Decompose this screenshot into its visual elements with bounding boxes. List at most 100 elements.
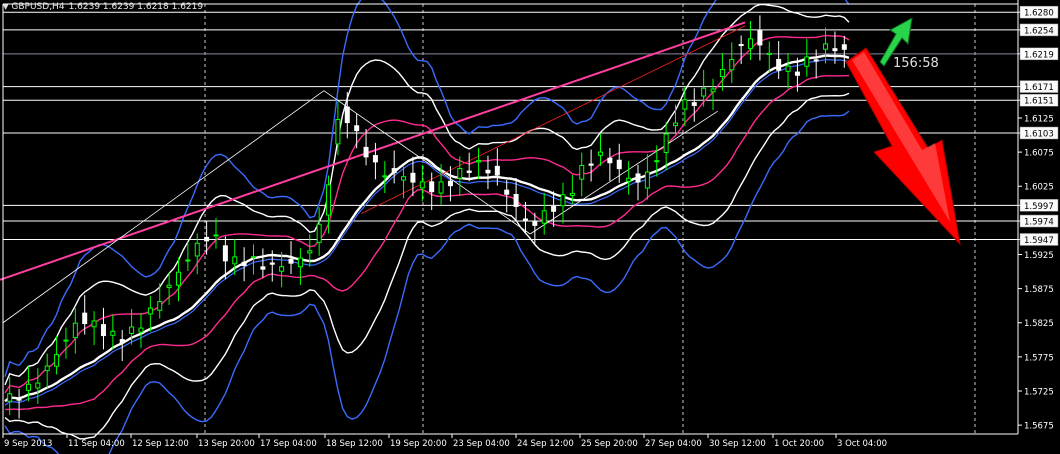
candle-body: [626, 177, 632, 182]
time-tick-label: 3 Oct 04:00: [837, 439, 887, 449]
time-tick-label: 23 Sep 04:00: [453, 439, 510, 449]
candle-body: [222, 245, 228, 262]
price-tick-label: 1.6254: [1024, 26, 1054, 36]
candle-body: [307, 250, 313, 254]
price-tick-label: 1.5947: [1024, 236, 1054, 246]
price-tick-label: 1.5775: [1024, 353, 1054, 363]
price-tick-label: 1.6280: [1024, 9, 1054, 19]
candle-body: [804, 56, 810, 67]
time-tick-label: 17 Sep 04:00: [260, 439, 317, 449]
candle-body: [588, 163, 594, 166]
candle-body: [44, 365, 50, 372]
time-tick-label: 30 Sep 12:00: [709, 439, 766, 449]
price-tick-label: 1.5925: [1024, 251, 1054, 261]
candle-body: [485, 169, 491, 174]
candle-body: [326, 184, 332, 216]
candle-body: [391, 168, 397, 174]
candle-body: [541, 210, 547, 224]
candle-body: [335, 119, 341, 145]
candle-body: [794, 71, 800, 76]
candle-body: [447, 180, 453, 187]
candle-body: [560, 194, 566, 207]
price-tick-label: 1.5825: [1024, 319, 1054, 329]
price-tick-label: 1.5974: [1024, 218, 1054, 228]
candle-body: [251, 256, 257, 259]
price-tick-label: 1.5875: [1024, 285, 1054, 295]
candle-body: [476, 160, 482, 163]
ohlc-values: 1.6239 1.6239 1.6218 1.6219: [68, 2, 204, 12]
candle-body: [157, 301, 163, 311]
price-tick-label: 1.6171: [1024, 83, 1054, 93]
candle-body: [297, 257, 303, 268]
candle-body: [54, 354, 60, 367]
candle-body: [654, 160, 660, 163]
candle-body: [91, 320, 97, 328]
candle-body: [466, 170, 472, 173]
price-tick-label: 1.5675: [1024, 422, 1054, 432]
triangle-down-icon[interactable]: ▼: [3, 3, 8, 11]
candle-body: [616, 159, 622, 170]
candle-body: [513, 194, 519, 207]
symbol-timeframe: GBPUSD,H4: [11, 2, 65, 12]
time-tick-label: 27 Sep 04:00: [645, 439, 702, 449]
candle-body: [579, 165, 585, 180]
candle-body: [691, 102, 697, 106]
candle-body: [429, 181, 435, 193]
bar-timer: 156:58: [893, 56, 939, 71]
candle-body: [260, 266, 266, 270]
candle-body: [16, 398, 22, 401]
candle-body: [832, 48, 838, 52]
candle-body: [100, 324, 106, 337]
candle-body: [25, 383, 31, 391]
candle-body: [72, 322, 78, 339]
candle-body: [269, 262, 275, 265]
candle-body: [119, 339, 125, 344]
candle-body: [644, 171, 650, 189]
candle-body: [213, 234, 219, 237]
candle-body: [438, 181, 444, 194]
candle-body: [382, 175, 388, 178]
price-chart[interactable]: 1.6280 1.6254 1.6219 1.6171 1.6151 1.6125 1.61…: [0, 0, 1060, 454]
candle-body: [457, 167, 463, 179]
candle-body: [166, 284, 172, 289]
candle-body: [710, 88, 716, 93]
candle-body: [232, 256, 238, 265]
candle-body: [129, 326, 135, 335]
candle-body: [785, 65, 791, 72]
candle-body: [110, 330, 116, 336]
candle-body: [354, 125, 360, 132]
candle-body: [551, 206, 557, 212]
candle-body: [757, 30, 763, 46]
candle-body: [363, 146, 369, 158]
candle-body: [401, 176, 407, 181]
candle-body: [185, 259, 191, 262]
candle-body: [813, 59, 819, 62]
price-tick-label: 1.6219: [1024, 50, 1054, 60]
price-tick-label: 1.6151: [1024, 97, 1054, 107]
candle-body: [410, 172, 416, 183]
time-tick-label: 18 Sep 12:00: [326, 439, 383, 449]
time-tick-label: 9 Sep 2013: [4, 439, 52, 449]
time-tick-label: 25 Sep 20:00: [581, 439, 638, 449]
candle-body: [748, 38, 754, 49]
candle-body: [532, 221, 538, 226]
symbol-header[interactable]: ▼ GBPUSD,H4 1.6239 1.6239 1.6218 1.6219: [3, 2, 203, 12]
candle-body: [569, 192, 575, 196]
candle-body: [701, 87, 707, 97]
price-tick-label: 1.6025: [1024, 183, 1054, 193]
candle-body: [635, 173, 641, 183]
candle-body: [766, 52, 772, 55]
price-tick-label: 1.5725: [1024, 388, 1054, 398]
time-tick-label: 19 Sep 20:00: [390, 439, 447, 449]
candle-body: [841, 44, 847, 50]
candle-body: [82, 312, 88, 325]
candle-body: [494, 165, 500, 176]
candle-body: [663, 133, 669, 153]
price-tick-label: 1.5997: [1024, 202, 1054, 212]
candle-body: [673, 122, 679, 127]
candle-body: [288, 258, 294, 264]
candle-body: [419, 181, 425, 189]
candle-body: [147, 307, 153, 315]
candle-body: [63, 339, 69, 342]
candle-body: [241, 261, 247, 266]
